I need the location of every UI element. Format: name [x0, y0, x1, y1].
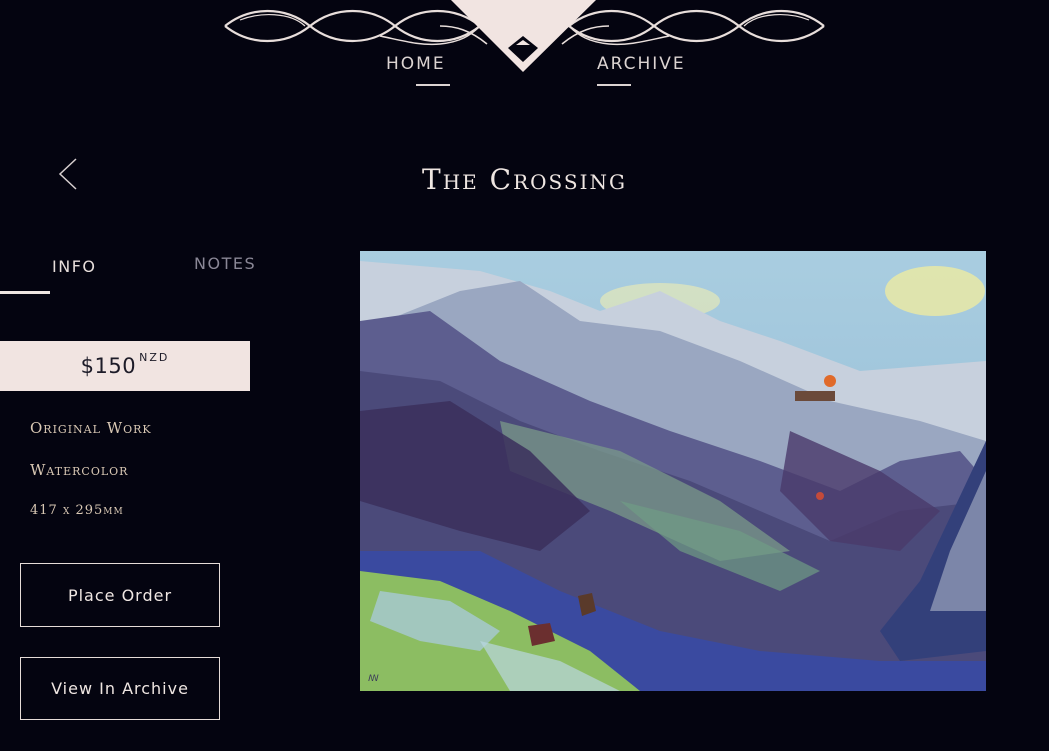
tab-notes[interactable]: NOTES [194, 254, 256, 273]
nav-home-underline [416, 84, 450, 86]
price-badge: $150 NZD [0, 341, 250, 391]
nav-archive-link[interactable]: ARCHIVE [597, 54, 686, 74]
price-amount: $150 [80, 354, 137, 378]
artwork-page: HOME ARCHIVE The Crossing INFO NOTES $15… [0, 0, 1049, 751]
active-tab-indicator [0, 291, 50, 294]
header-ornament [224, 0, 825, 72]
detail-dimensions: 417 x 295mm [30, 503, 124, 518]
nav-home-link[interactable]: HOME [386, 54, 446, 74]
nav-archive-underline [597, 84, 631, 86]
tab-info[interactable]: INFO [52, 257, 96, 276]
detail-work-type: Original Work [30, 419, 152, 437]
artwork-title: The Crossing [422, 163, 627, 196]
svg-text:ꟿ: ꟿ [368, 674, 379, 684]
price-currency: NZD [139, 350, 170, 364]
detail-medium: Watercolor [30, 461, 129, 479]
place-order-button[interactable]: Place Order [20, 563, 220, 627]
artwork-image: ꟿ [360, 251, 986, 691]
view-in-archive-button[interactable]: View In Archive [20, 657, 220, 720]
